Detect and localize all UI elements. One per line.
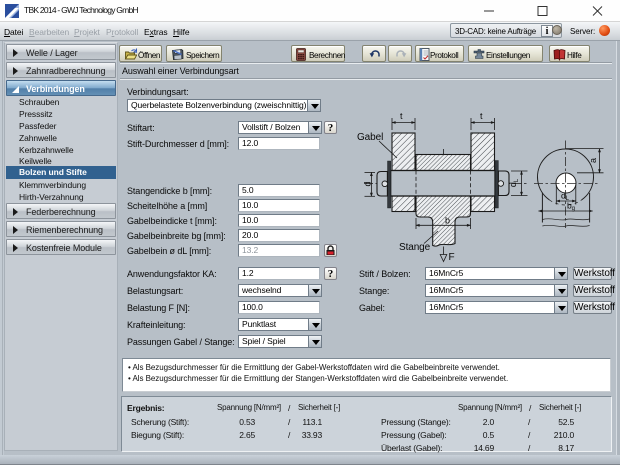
svg-text:bg: bg [567, 201, 575, 213]
svg-text:Stange: Stange [399, 242, 431, 253]
svg-text:t: t [400, 111, 403, 121]
svg-text:t: t [480, 111, 483, 121]
svg-text:F: F [449, 252, 455, 263]
svg-text:d: d [363, 181, 373, 186]
svg-text:b: b [445, 216, 450, 226]
svg-text:dL: dL [508, 178, 520, 187]
svg-text:a: a [588, 158, 598, 163]
svg-text:Gabel: Gabel [357, 132, 383, 143]
